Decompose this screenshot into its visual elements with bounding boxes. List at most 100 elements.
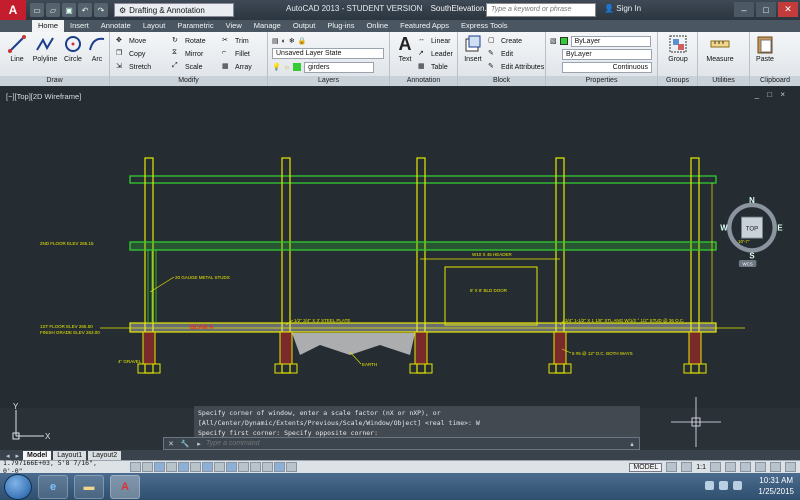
circle-button[interactable]: Circle xyxy=(60,34,86,63)
mirror-button[interactable]: ⧖ Mirror xyxy=(172,48,203,60)
transparency-toggle[interactable] xyxy=(250,462,261,472)
sign-in-button[interactable]: 👤 Sign In xyxy=(604,4,641,13)
ortho-toggle[interactable] xyxy=(154,462,165,472)
3dosnap-toggle[interactable] xyxy=(190,462,201,472)
rotate-button[interactable]: ↻ Rotate xyxy=(172,35,206,47)
edit-attributes-button[interactable]: ✎ Edit Attributes xyxy=(488,61,544,73)
browser-taskbar-button[interactable]: e xyxy=(38,474,68,499)
save-icon[interactable]: ▣ xyxy=(62,3,76,17)
tab-manage[interactable]: Manage xyxy=(248,20,287,32)
scale-button[interactable]: ⤢ Scale xyxy=(172,61,203,73)
tab-express-tools[interactable]: Express Tools xyxy=(455,20,514,32)
wrench-icon[interactable]: 🔧 xyxy=(178,440,192,448)
move-button[interactable]: ✥ Move xyxy=(116,35,146,47)
lock-icon[interactable] xyxy=(740,462,751,472)
polyline-button[interactable]: Polyline xyxy=(30,34,60,63)
tray-arrow-icon[interactable] xyxy=(705,481,714,490)
compass-north[interactable]: N xyxy=(749,197,755,205)
maximize-button[interactable]: □ xyxy=(756,2,776,17)
search-input[interactable]: Type a keyword or phrase xyxy=(486,3,596,17)
clean-screen-icon[interactable] xyxy=(785,462,796,472)
copy-button[interactable]: ❐ Copy xyxy=(116,48,145,60)
array-button[interactable]: ▦ Array xyxy=(222,61,252,73)
start-button[interactable] xyxy=(4,473,32,500)
tab-insert[interactable]: Insert xyxy=(64,20,95,32)
annotation-visibility-icon[interactable] xyxy=(710,462,721,472)
layer-state-dropdown[interactable]: Unsaved Layer State xyxy=(272,48,384,59)
line-button[interactable]: Line xyxy=(4,34,30,63)
explorer-taskbar-button[interactable]: ▬ xyxy=(74,474,104,499)
tab-online[interactable]: Online xyxy=(360,20,394,32)
otrack-toggle[interactable] xyxy=(202,462,213,472)
tab-output[interactable]: Output xyxy=(287,20,322,32)
layer-dropdown[interactable]: 💡 ☼ girders xyxy=(272,61,375,73)
measure-button[interactable]: Measure xyxy=(702,34,738,63)
layer-properties-icon[interactable]: ▤ xyxy=(272,37,279,45)
dyn-toggle[interactable] xyxy=(226,462,237,472)
linetype-dropdown[interactable]: Continuous xyxy=(562,61,652,73)
autocad-taskbar-button[interactable]: A xyxy=(110,474,140,499)
tab-layout[interactable]: Layout xyxy=(137,20,172,32)
annotation-scale[interactable]: 1:1 xyxy=(696,464,706,471)
volume-icon[interactable] xyxy=(733,481,742,490)
redo-icon[interactable]: ↷ xyxy=(94,3,108,17)
minimize-button[interactable]: – xyxy=(734,2,754,17)
hardware-acceleration-icon[interactable] xyxy=(755,462,766,472)
stretch-button[interactable]: ⇲ Stretch xyxy=(116,61,151,73)
layer-lock-icon[interactable]: 🔒 xyxy=(298,37,307,45)
compass-south[interactable]: S xyxy=(749,251,754,260)
edit-block-button[interactable]: ✎ Edit xyxy=(488,48,513,60)
clock[interactable]: 10:31 AM 1/25/2015 xyxy=(758,475,794,497)
layer-off-icon[interactable]: ◐ xyxy=(282,38,286,45)
layer-freeze-icon[interactable]: ❄ xyxy=(289,37,295,45)
arc-button[interactable]: Arc xyxy=(84,34,110,63)
application-menu-button[interactable]: A xyxy=(0,0,26,20)
quick-view-drawings-icon[interactable] xyxy=(681,462,693,472)
compass-east[interactable]: E xyxy=(777,223,782,232)
trim-button[interactable]: ✂ Trim xyxy=(222,35,249,47)
drawing-viewport[interactable]: [−][Top][2D Wireframe] _ □ × 2ND FLOOR E… xyxy=(0,87,800,408)
insert-block-button[interactable]: Insert xyxy=(460,34,486,63)
open-icon[interactable]: ▱ xyxy=(46,3,60,17)
tab-parametric[interactable]: Parametric xyxy=(171,20,219,32)
table-button[interactable]: ▦ Table xyxy=(418,61,448,73)
color-dropdown[interactable]: ▧ ByLayer xyxy=(550,35,651,47)
viewcube[interactable]: TOP N S E W WCS xyxy=(717,197,787,267)
lweight-toggle[interactable] xyxy=(238,462,249,472)
sc-toggle[interactable] xyxy=(274,462,285,472)
polar-toggle[interactable] xyxy=(166,462,177,472)
tab-featured-apps[interactable]: Featured Apps xyxy=(394,20,455,32)
close-icon[interactable]: ✕ xyxy=(164,440,178,448)
tab-plug-ins[interactable]: Plug-ins xyxy=(321,20,360,32)
osnap-toggle[interactable] xyxy=(178,462,189,472)
close-button[interactable]: ✕ xyxy=(778,2,798,17)
create-block-button[interactable]: ▢ Create xyxy=(488,35,522,47)
undo-icon[interactable]: ↶ xyxy=(78,3,92,17)
model-space-toggle[interactable]: MODEL xyxy=(629,462,663,472)
new-icon[interactable]: ▭ xyxy=(30,3,44,17)
paste-button[interactable]: Paste xyxy=(752,34,778,63)
workspace-switch-icon[interactable] xyxy=(725,462,736,472)
snap-toggle[interactable] xyxy=(130,462,141,472)
qp-toggle[interactable] xyxy=(262,462,273,472)
group-button[interactable]: Group xyxy=(662,34,694,63)
linear-dimension-button[interactable]: ↔ Linear xyxy=(418,35,450,47)
am-toggle[interactable] xyxy=(286,462,297,472)
tab-home[interactable]: Home xyxy=(32,20,65,32)
chevron-up-icon[interactable]: ▴ xyxy=(625,440,639,448)
tab-annotate[interactable]: Annotate xyxy=(95,20,137,32)
command-input[interactable] xyxy=(206,440,606,447)
command-line[interactable]: ✕ 🔧 ▸ ▴ xyxy=(163,437,640,450)
isolate-objects-icon[interactable] xyxy=(770,462,781,472)
tab-view[interactable]: View xyxy=(220,20,248,32)
text-button[interactable]: A Text xyxy=(392,34,418,63)
workspace-dropdown[interactable]: ⚙ Drafting & Annotation xyxy=(114,3,234,17)
quick-view-layouts-icon[interactable] xyxy=(666,462,678,472)
ducs-toggle[interactable] xyxy=(214,462,225,472)
grid-toggle[interactable] xyxy=(142,462,153,472)
leader-button[interactable]: ↗ Leader xyxy=(418,48,453,60)
network-icon[interactable] xyxy=(719,481,728,490)
lineweight-dropdown[interactable]: ByLayer xyxy=(562,48,652,60)
compass-west[interactable]: W xyxy=(720,223,728,232)
fillet-button[interactable]: ⌐ Fillet xyxy=(222,48,250,60)
